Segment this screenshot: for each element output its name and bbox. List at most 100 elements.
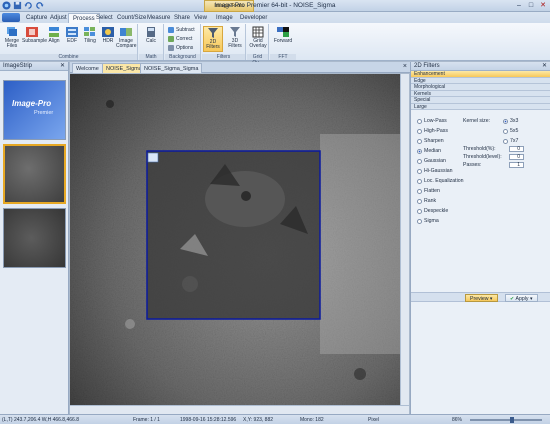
- merge-files-icon: [7, 27, 17, 36]
- filter-loc-equalization[interactable]: Loc. Equalization: [417, 178, 464, 184]
- kernel-7x7[interactable]: 7x7: [503, 138, 518, 144]
- image-compare-button[interactable]: Image Compare: [116, 26, 137, 52]
- filter-high-pass-label: High-Pass: [424, 128, 448, 134]
- tiling-button[interactable]: Tiling: [80, 26, 100, 52]
- close-document-icon[interactable]: ×: [403, 63, 407, 70]
- options-button[interactable]: Options: [168, 44, 193, 52]
- status-units: Pixel: [368, 417, 379, 423]
- radio-icon: [417, 158, 422, 164]
- ribbon-tabs: Capture Adjust Process Select Count/Size…: [0, 12, 550, 23]
- filter-gaussian[interactable]: Gaussian: [417, 158, 446, 164]
- subsample-icon: [26, 27, 38, 37]
- image-compare-label: Image Compare: [116, 38, 137, 49]
- doc-tab-noise-sigma-sigma[interactable]: NOISE_Sigma_Sigma: [140, 63, 203, 73]
- group-background-label: Background: [165, 54, 200, 60]
- thumbnail-welcome[interactable]: Image-Pro Premier: [3, 80, 66, 140]
- edf-label: EDF: [67, 38, 77, 44]
- tiling-label: Tiling: [84, 38, 96, 44]
- tab-adjust[interactable]: Adjust: [46, 13, 71, 23]
- logo-line2: Premier: [34, 110, 54, 116]
- filter-hi-gaussian[interactable]: Hi-Gaussian: [417, 168, 453, 174]
- pin-icon[interactable]: ✕: [60, 62, 65, 71]
- preview-button[interactable]: Preview ▾: [465, 294, 498, 302]
- subtract-icon: [168, 27, 174, 33]
- tiling-icon: [84, 27, 95, 36]
- options-icon: [168, 45, 174, 51]
- group-filters: 2D Filters 3D Filters Filters: [202, 24, 246, 60]
- roi-handle-icon[interactable]: [147, 152, 159, 163]
- minimize-button[interactable]: –: [514, 1, 524, 10]
- filter-flatten-label: Flatten: [424, 188, 440, 194]
- 3d-filters-button[interactable]: 3D Filters: [225, 26, 245, 52]
- thumbnail-noise-sigma-sigma[interactable]: [3, 208, 66, 268]
- hdr-button[interactable]: HDR: [98, 26, 118, 52]
- filter-gaussian-label: Gaussian: [424, 158, 446, 164]
- horizontal-scrollbar[interactable]: [70, 405, 409, 414]
- tab-view[interactable]: View: [190, 13, 211, 23]
- close-button[interactable]: ✕: [538, 1, 548, 10]
- tab-image[interactable]: Image: [212, 13, 237, 23]
- tab-developer[interactable]: Developer: [236, 13, 271, 23]
- image-strip-title: ImageStrip: [3, 63, 33, 69]
- window-controls: – □ ✕: [514, 1, 548, 10]
- status-mono: Mono: 182: [300, 417, 324, 423]
- radio-icon: [503, 128, 508, 134]
- filter-low-pass-label: Low-Pass: [424, 118, 447, 124]
- group-math-label: Math: [139, 54, 163, 60]
- file-menu-button[interactable]: [2, 13, 20, 22]
- filter-rank-label: Rank: [424, 198, 437, 204]
- merge-files-button[interactable]: Merge Files: [2, 26, 22, 52]
- calc-button[interactable]: Calc: [141, 26, 161, 52]
- filter-flatten[interactable]: Flatten: [417, 188, 440, 194]
- calculator-icon: [147, 27, 155, 37]
- doc-tab-welcome[interactable]: Welcome: [72, 63, 103, 73]
- filter-despeckle[interactable]: Despeckle: [417, 208, 448, 214]
- filter-sharpen[interactable]: Sharpen: [417, 138, 444, 144]
- kernel-3x3[interactable]: 3x3: [503, 118, 518, 124]
- grid-overlay-button[interactable]: Grid Overlay: [248, 26, 268, 52]
- filter-median-label: Median: [424, 148, 442, 154]
- status-coords: (L,T) 243.7,206.4 W,H 466.8,466.8: [2, 417, 79, 423]
- 3d-filters-label: 3D Filters: [228, 38, 242, 49]
- radio-selected-icon: [503, 118, 508, 124]
- zoom-slider-thumb[interactable]: [510, 417, 514, 423]
- kernel-5x5[interactable]: 5x5: [503, 128, 518, 134]
- fft-forward-button[interactable]: Forward: [273, 26, 293, 52]
- threshold-level-input[interactable]: 0: [509, 154, 524, 160]
- zoom-slider[interactable]: [470, 417, 542, 423]
- filter-rank[interactable]: Rank: [417, 198, 436, 204]
- correct-button[interactable]: Correct: [168, 35, 192, 43]
- panel-pin-icon[interactable]: ✕: [542, 62, 547, 71]
- image-canvas[interactable]: [70, 74, 400, 405]
- filter-low-pass[interactable]: Low-Pass: [417, 118, 447, 124]
- edf-button[interactable]: EDF: [62, 26, 82, 52]
- passes-input[interactable]: 1: [509, 162, 524, 168]
- apply-button[interactable]: ✔ Apply ▾: [505, 294, 538, 302]
- image-strip-panel: ImageStrip ✕ Image-Pro Premier: [0, 62, 69, 414]
- radio-icon: [417, 218, 422, 224]
- checkmark-icon: ✔: [510, 296, 515, 302]
- group-combine: Merge Files Subsample Align EDF Tiling H…: [0, 24, 138, 60]
- vertical-scrollbar[interactable]: [400, 74, 409, 405]
- radio-icon: [417, 138, 422, 144]
- subsample-button[interactable]: Subsample: [22, 26, 47, 52]
- group-filters-label: Filters: [202, 54, 245, 60]
- fft-icon: [277, 27, 289, 37]
- section-large[interactable]: Large: [411, 103, 550, 110]
- edf-icon: [66, 27, 78, 37]
- filter-action-bar: Preview ▾ ✔ Apply ▾: [411, 292, 550, 302]
- filter-high-pass[interactable]: High-Pass: [417, 128, 448, 134]
- fft-forward-label: Forward: [273, 38, 293, 44]
- filter-sigma[interactable]: Sigma: [417, 218, 439, 224]
- status-zoom: 86%: [452, 417, 463, 423]
- thumbnail-noise-sigma[interactable]: [3, 144, 66, 204]
- 2d-filters-button[interactable]: 2D Filters: [203, 26, 223, 52]
- threshold-percent-input[interactable]: 0: [509, 146, 524, 152]
- maximize-button[interactable]: □: [526, 1, 536, 10]
- image-compare-icon: [120, 28, 132, 36]
- filter-loc-equalization-label: Loc. Equalization: [424, 178, 464, 184]
- align-button[interactable]: Align: [44, 26, 64, 52]
- subtract-button[interactable]: Subtract: [168, 26, 195, 34]
- merge-files-label: Merge Files: [4, 38, 20, 49]
- filter-median[interactable]: Median: [417, 148, 441, 154]
